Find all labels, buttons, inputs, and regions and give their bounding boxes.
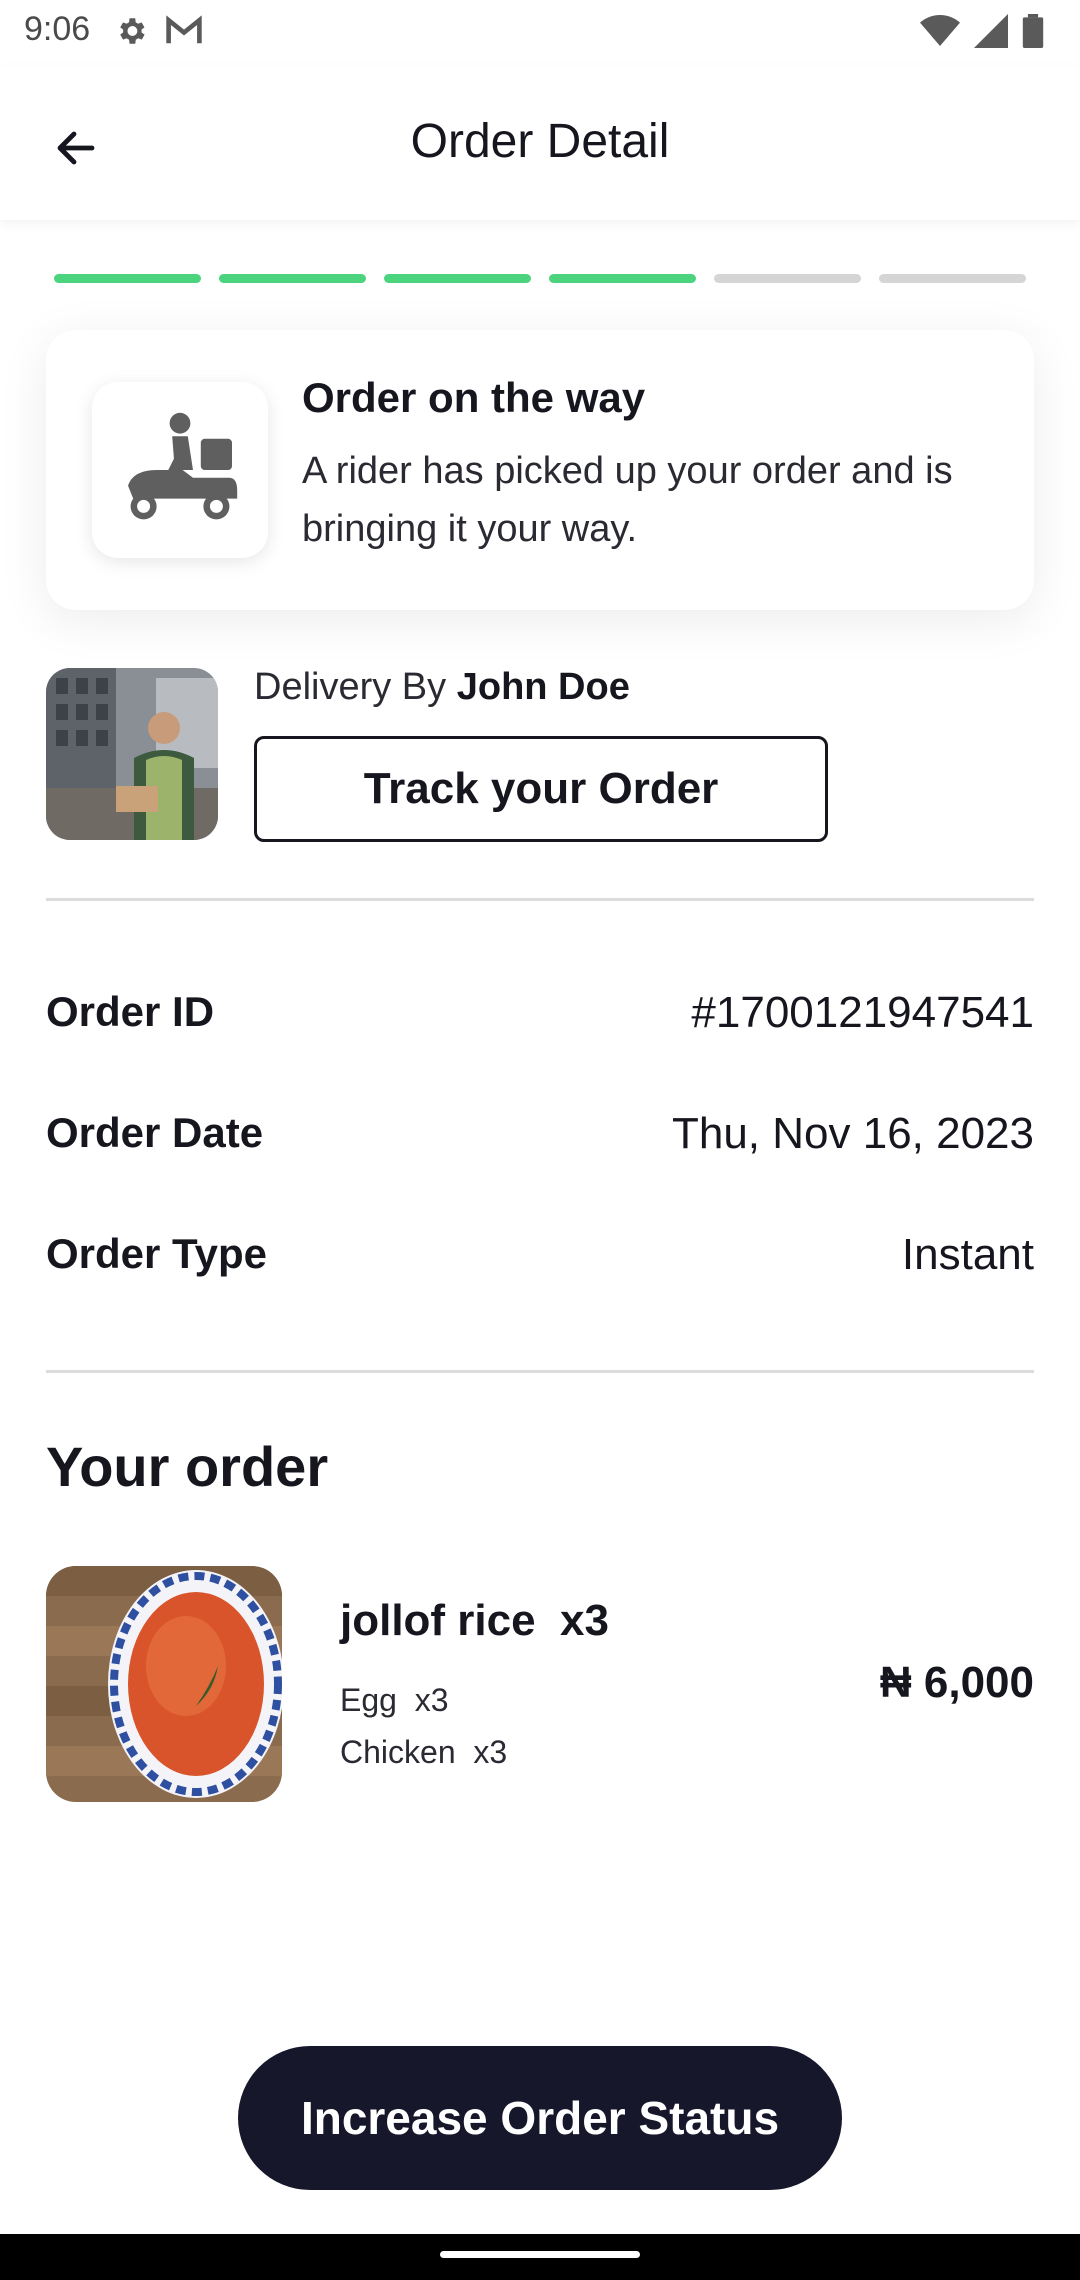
progress-segment	[549, 274, 696, 283]
order-progress-bar	[54, 274, 1026, 283]
rider-photo	[46, 668, 218, 840]
order-type-label: Order Type	[46, 1230, 267, 1277]
order-date-row: Order Date Thu, Nov 16, 2023	[46, 1109, 1034, 1169]
divider	[46, 898, 1034, 901]
extra-name: Chicken	[340, 1734, 456, 1770]
page-title: Order Detail	[410, 115, 670, 168]
gear-icon	[114, 14, 148, 53]
order-date-label: Order Date	[46, 1109, 264, 1156]
signal-icon	[974, 14, 1008, 53]
order-type-row: Order Type Instant	[46, 1230, 1034, 1290]
food-extra: Egg x3	[340, 1682, 449, 1719]
status-time: 9:06	[24, 10, 91, 48]
battery-icon	[1022, 14, 1044, 53]
scooter-rider-icon	[128, 412, 238, 520]
track-order-button[interactable]: Track your Order	[254, 736, 828, 842]
system-nav-bar	[0, 2234, 1080, 2280]
rider-icon-box	[92, 382, 268, 558]
food-item-qty: x3	[560, 1596, 609, 1645]
status-description: A rider has picked up your order and is …	[302, 450, 953, 550]
extra-qty: x3	[414, 1682, 449, 1718]
delivery-by-text: Delivery By John Doe	[254, 666, 630, 709]
progress-segment	[879, 274, 1026, 283]
order-type-value: Instant	[901, 1230, 1034, 1279]
extra-name: Egg	[340, 1682, 397, 1718]
progress-segment	[54, 274, 201, 283]
progress-segment	[219, 274, 366, 283]
status-icons-right	[920, 14, 1044, 53]
delivery-by-prefix: Delivery By	[254, 666, 447, 708]
order-status-card: Order on the way A rider has picked up y…	[46, 330, 1034, 610]
food-image	[46, 1566, 282, 1802]
order-id-value: #1700121947541	[691, 988, 1034, 1037]
your-order-title: Your order	[46, 1435, 329, 1498]
home-indicator[interactable]	[440, 2251, 640, 2258]
food-item-name: jollof rice	[340, 1596, 536, 1645]
increase-order-status-button[interactable]: Increase Order Status	[238, 2046, 842, 2190]
order-id-row: Order ID #1700121947541	[46, 988, 1034, 1048]
progress-segment	[714, 274, 861, 283]
food-name: jollof rice x3	[340, 1596, 609, 1646]
status-icons-left	[114, 14, 204, 53]
order-id-label: Order ID	[46, 988, 215, 1035]
divider	[46, 1370, 1034, 1373]
wifi-icon	[920, 14, 960, 53]
food-extra: Chicken x3	[340, 1734, 507, 1771]
status-bar: 9:06	[0, 0, 1080, 66]
status-title: Order on the way	[302, 374, 646, 421]
extra-qty: x3	[473, 1734, 508, 1770]
progress-segment	[384, 274, 531, 283]
food-price: ₦ 6,000	[879, 1658, 1034, 1707]
gmail-icon	[164, 14, 204, 53]
rider-name: John Doe	[456, 666, 630, 708]
order-date-value: Thu, Nov 16, 2023	[671, 1109, 1034, 1158]
app-bar: Order Detail	[0, 66, 1080, 220]
